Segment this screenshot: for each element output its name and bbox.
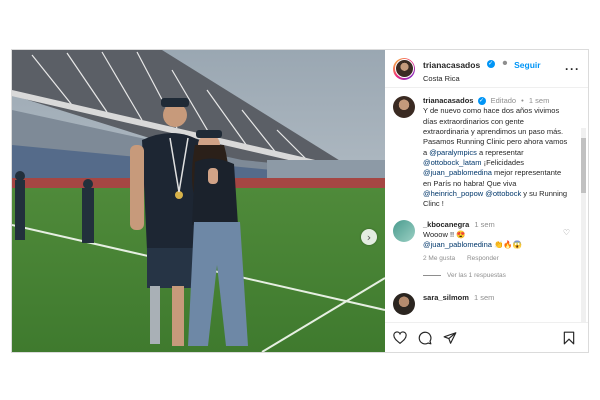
commenter-avatar[interactable] bbox=[393, 292, 415, 315]
caption-avatar[interactable] bbox=[393, 96, 415, 118]
comment-likes[interactable]: 2 Me gusta bbox=[423, 255, 455, 262]
follow-button[interactable]: Seguir bbox=[514, 60, 540, 70]
comment-time: 1 sem bbox=[473, 292, 495, 302]
view-replies-link[interactable]: Ver las 1 respuestas bbox=[423, 272, 570, 279]
reply-button[interactable]: Responder bbox=[467, 255, 499, 262]
mention-ottobock-latam[interactable]: @ottobock_latam bbox=[423, 158, 481, 167]
comments-section: trianacasados ✓ Editado • 1 sem Y de nue… bbox=[385, 88, 588, 322]
edited-label: Editado bbox=[490, 96, 517, 105]
comment-item: sara_silmom 1 sem bbox=[393, 292, 570, 315]
caption-username[interactable]: trianacasados bbox=[423, 96, 473, 105]
comment-emojis: 👏🔥😱 bbox=[494, 240, 523, 250]
separator: • bbox=[521, 96, 524, 105]
commenter-username[interactable]: _kbocanegra bbox=[423, 220, 469, 229]
author-avatar[interactable] bbox=[393, 57, 415, 80]
mention-heinrich-popow[interactable]: @heinrich_popow bbox=[423, 189, 483, 198]
next-photo-button[interactable]: › bbox=[361, 229, 377, 245]
caption-text-3: ¡Felicidades bbox=[481, 158, 525, 168]
mention-paralympics[interactable]: @paralympics bbox=[429, 148, 477, 157]
mention-juan-pablomedina[interactable]: @juan_pablomedina bbox=[423, 168, 492, 177]
bookmark-icon[interactable] bbox=[562, 331, 576, 345]
separator: • bbox=[502, 55, 508, 73]
caption: trianacasados ✓ Editado • 1 sem Y de nue… bbox=[393, 96, 570, 210]
comments-scrollbar[interactable] bbox=[581, 128, 586, 322]
comment-icon[interactable] bbox=[418, 331, 432, 345]
heart-icon[interactable] bbox=[393, 331, 407, 345]
commenter-username[interactable]: sara_silmom bbox=[423, 293, 469, 302]
comment-time: 1 sem bbox=[474, 219, 495, 229]
post-sidebar: trianacasados ✓ • Seguir Costa Rica ··· … bbox=[385, 50, 588, 352]
verified-badge-icon: ✓ bbox=[477, 97, 486, 106]
author-username[interactable]: trianacasados bbox=[423, 60, 480, 70]
stadium-photo bbox=[12, 50, 385, 352]
post-actions bbox=[385, 322, 588, 352]
mention-ottobock[interactable]: @ottobock bbox=[485, 189, 521, 198]
verified-badge-icon: ✓ bbox=[486, 60, 495, 69]
caption-time: 1 sem bbox=[528, 96, 550, 105]
comment-text: Wooow !! 😍 bbox=[423, 230, 466, 240]
post-photo[interactable]: › bbox=[12, 50, 385, 352]
more-options-icon[interactable]: ··· bbox=[565, 62, 580, 76]
instagram-post: › trianacasados ✓ • Seguir Costa Rica ··… bbox=[11, 49, 589, 353]
caption-text-2: a representar bbox=[476, 147, 524, 157]
comment-like-heart-icon[interactable]: ♡ bbox=[563, 228, 570, 264]
chevron-right-icon: › bbox=[366, 230, 372, 244]
commenter-avatar[interactable] bbox=[393, 219, 415, 242]
post-location[interactable]: Costa Rica bbox=[423, 74, 541, 83]
view-replies-label: Ver las 1 respuestas bbox=[447, 271, 506, 279]
share-icon[interactable] bbox=[443, 331, 457, 345]
post-header: trianacasados ✓ • Seguir Costa Rica ··· bbox=[385, 50, 588, 88]
comment-item: _kbocanegra 1 sem Wooow !! 😍 @juan_pablo… bbox=[393, 219, 570, 264]
comment-mention[interactable]: @juan_pablomedina bbox=[423, 240, 492, 249]
